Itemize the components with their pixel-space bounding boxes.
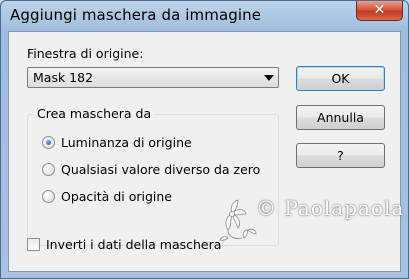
watermark-text: © Paolapaola: [256, 196, 405, 220]
radio-button-selected[interactable]: [42, 136, 55, 149]
help-button[interactable]: ?: [296, 143, 385, 168]
radio-label[interactable]: Opacità di origine: [61, 189, 172, 204]
watermark-name: Paolapaola: [284, 196, 405, 220]
invert-mask-label[interactable]: Inverti i dati della maschera: [46, 237, 221, 252]
cancel-button[interactable]: Annulla: [296, 105, 385, 130]
radio-label[interactable]: Qualsiasi valore diverso da zero: [61, 162, 260, 177]
chevron-down-icon: [264, 75, 274, 81]
ok-button[interactable]: OK: [296, 66, 385, 91]
source-window-label: Finestra di origine:: [27, 46, 144, 61]
radio-button[interactable]: [42, 163, 55, 176]
radio-label[interactable]: Luminanza di origine: [61, 135, 192, 150]
close-icon: ✕: [373, 2, 386, 18]
source-window-dropdown[interactable]: Mask 182: [27, 67, 279, 88]
invert-mask-checkbox[interactable]: [27, 238, 40, 251]
close-button[interactable]: ✕: [356, 1, 403, 21]
source-window-value: Mask 182: [33, 70, 94, 85]
dialog-window: Aggiungi maschera da immagine ✕ Finestra…: [0, 0, 409, 279]
radio-dot-icon: [46, 140, 51, 145]
window-title: Aggiungi maschera da immagine: [10, 6, 262, 24]
radio-button[interactable]: [42, 190, 55, 203]
watermark: © Paolapaola: [214, 180, 404, 260]
group-title: Crea maschera da: [34, 106, 155, 121]
dialog-body: Finestra di origine: Mask 182 OK Annulla…: [8, 31, 404, 272]
title-bar[interactable]: Aggiungi maschera da immagine ✕: [1, 1, 408, 31]
